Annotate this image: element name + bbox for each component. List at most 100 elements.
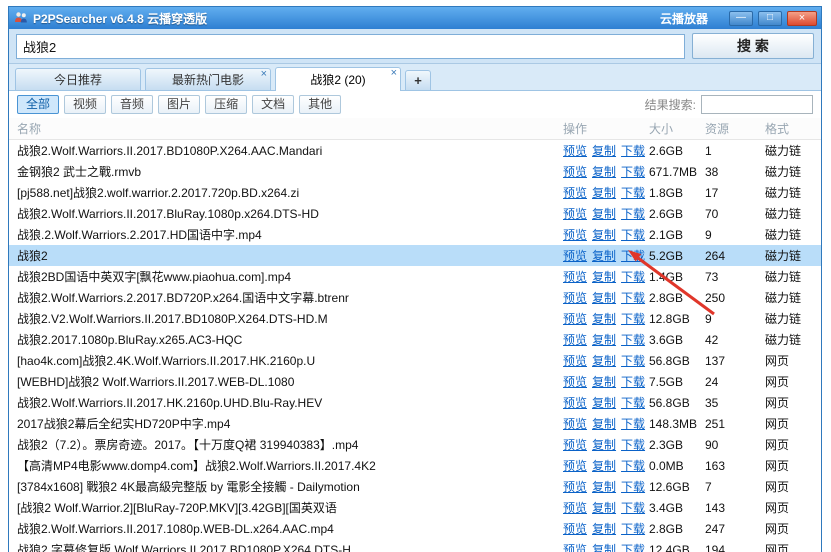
action-preview-link[interactable]: 预览	[563, 541, 587, 552]
action-preview-link[interactable]: 预览	[563, 415, 587, 432]
filter-5-button[interactable]: 压缩	[205, 95, 247, 114]
action-copy-link[interactable]: 复制	[592, 142, 616, 159]
search-button[interactable]: 搜 索	[692, 33, 814, 59]
table-row[interactable]: 金钢狼2 武士之戰.rmvb预览复制下载671.7MB38磁力链	[9, 161, 821, 182]
action-preview-link[interactable]: 预览	[563, 310, 587, 327]
action-copy-link[interactable]: 复制	[592, 331, 616, 348]
new-tab-button[interactable]: +	[405, 70, 431, 90]
action-preview-link[interactable]: 预览	[563, 184, 587, 201]
action-preview-link[interactable]: 预览	[563, 142, 587, 159]
header-seeds[interactable]: 资源	[705, 120, 765, 137]
maximize-button[interactable]: □	[758, 11, 782, 26]
table-row[interactable]: 战狼2.Wolf.Warriors.II.2017.BluRay.1080p.x…	[9, 203, 821, 224]
action-copy-link[interactable]: 复制	[592, 163, 616, 180]
action-copy-link[interactable]: 复制	[592, 310, 616, 327]
action-copy-link[interactable]: 复制	[592, 373, 616, 390]
action-preview-link[interactable]: 预览	[563, 436, 587, 453]
table-row[interactable]: 战狼2.字幕修复版.Wolf.Warriors.II.2017.BD1080P.…	[9, 539, 821, 552]
table-row[interactable]: 战狼2（7.2）。票房奇迹。2017。【十万度Q裙 319940383】.mp4…	[9, 434, 821, 455]
action-copy-link[interactable]: 复制	[592, 436, 616, 453]
action-copy-link[interactable]: 复制	[592, 205, 616, 222]
action-copy-link[interactable]: 复制	[592, 415, 616, 432]
action-download-link[interactable]: 下载	[621, 373, 645, 390]
action-copy-link[interactable]: 复制	[592, 394, 616, 411]
action-preview-link[interactable]: 预览	[563, 226, 587, 243]
table-row[interactable]: 战狼2BD国语中英双字[飘花www.piaohua.com].mp4预览复制下载…	[9, 266, 821, 287]
action-download-link[interactable]: 下载	[621, 247, 645, 264]
header-name[interactable]: 名称	[17, 120, 563, 137]
table-row[interactable]: [pj588.net]战狼2.wolf.warrior.2.2017.720p.…	[9, 182, 821, 203]
action-preview-link[interactable]: 预览	[563, 373, 587, 390]
action-copy-link[interactable]: 复制	[592, 268, 616, 285]
action-preview-link[interactable]: 预览	[563, 331, 587, 348]
action-copy-link[interactable]: 复制	[592, 352, 616, 369]
table-row[interactable]: [WEBHD]战狼2 Wolf.Warriors.II.2017.WEB-DL.…	[9, 371, 821, 392]
action-preview-link[interactable]: 预览	[563, 499, 587, 516]
header-action[interactable]: 操作	[563, 120, 649, 137]
action-copy-link[interactable]: 复制	[592, 520, 616, 537]
action-download-link[interactable]: 下载	[621, 310, 645, 327]
action-download-link[interactable]: 下载	[621, 499, 645, 516]
action-preview-link[interactable]: 预览	[563, 289, 587, 306]
action-download-link[interactable]: 下载	[621, 184, 645, 201]
search-input[interactable]	[16, 34, 685, 59]
action-download-link[interactable]: 下载	[621, 394, 645, 411]
action-download-link[interactable]: 下载	[621, 163, 645, 180]
action-copy-link[interactable]: 复制	[592, 184, 616, 201]
action-preview-link[interactable]: 预览	[563, 163, 587, 180]
table-row[interactable]: 战狼2.Wolf.Warriors.2.2017.BD720P.x264.国语中…	[9, 287, 821, 308]
action-copy-link[interactable]: 复制	[592, 289, 616, 306]
result-search-input[interactable]	[701, 95, 813, 114]
action-copy-link[interactable]: 复制	[592, 457, 616, 474]
tab-1[interactable]: 今日推荐	[15, 68, 141, 90]
filter-1-button[interactable]: 全部	[17, 95, 59, 114]
action-preview-link[interactable]: 预览	[563, 520, 587, 537]
tab-close-icon[interactable]: ×	[391, 68, 397, 79]
action-download-link[interactable]: 下载	[621, 289, 645, 306]
action-preview-link[interactable]: 预览	[563, 352, 587, 369]
table-row[interactable]: 2017战狼2幕后全纪实HD720P中字.mp4预览复制下载148.3MB251…	[9, 413, 821, 434]
filter-4-button[interactable]: 图片	[158, 95, 200, 114]
filter-7-button[interactable]: 其他	[299, 95, 341, 114]
action-copy-link[interactable]: 复制	[592, 541, 616, 552]
action-preview-link[interactable]: 预览	[563, 268, 587, 285]
action-download-link[interactable]: 下载	[621, 352, 645, 369]
table-row[interactable]: 【高清MP4电影www.domp4.com】战狼2.Wolf.Warriors.…	[9, 455, 821, 476]
filter-3-button[interactable]: 音频	[111, 95, 153, 114]
action-download-link[interactable]: 下载	[621, 436, 645, 453]
action-download-link[interactable]: 下载	[621, 478, 645, 495]
tab-2[interactable]: 最新热门电影×	[145, 68, 271, 90]
action-preview-link[interactable]: 预览	[563, 394, 587, 411]
action-copy-link[interactable]: 复制	[592, 499, 616, 516]
action-copy-link[interactable]: 复制	[592, 226, 616, 243]
tab-close-icon[interactable]: ×	[261, 69, 267, 80]
action-copy-link[interactable]: 复制	[592, 247, 616, 264]
action-download-link[interactable]: 下载	[621, 142, 645, 159]
action-download-link[interactable]: 下载	[621, 541, 645, 552]
table-row[interactable]: 战狼2.2017.1080p.BluRay.x265.AC3-HQC预览复制下载…	[9, 329, 821, 350]
table-row[interactable]: 战狼.2.Wolf.Warriors.2.2017.HD国语中字.mp4预览复制…	[9, 224, 821, 245]
action-preview-link[interactable]: 预览	[563, 205, 587, 222]
table-row[interactable]: [hao4k.com]战狼2.4K.Wolf.Warriors.II.2017.…	[9, 350, 821, 371]
header-size[interactable]: 大小	[649, 120, 705, 137]
action-preview-link[interactable]: 预览	[563, 457, 587, 474]
action-download-link[interactable]: 下载	[621, 457, 645, 474]
action-download-link[interactable]: 下载	[621, 331, 645, 348]
header-format[interactable]: 格式	[765, 120, 821, 137]
action-preview-link[interactable]: 预览	[563, 247, 587, 264]
action-download-link[interactable]: 下载	[621, 226, 645, 243]
minimize-button[interactable]: —	[729, 11, 753, 26]
action-download-link[interactable]: 下载	[621, 205, 645, 222]
table-row[interactable]: 战狼2预览复制下载5.2GB264磁力链	[9, 245, 821, 266]
filter-6-button[interactable]: 文档	[252, 95, 294, 114]
action-preview-link[interactable]: 预览	[563, 478, 587, 495]
action-download-link[interactable]: 下载	[621, 268, 645, 285]
table-row[interactable]: 战狼2.Wolf.Warriors.II.2017.BD1080P.X264.A…	[9, 140, 821, 161]
action-download-link[interactable]: 下载	[621, 520, 645, 537]
cloud-player-button[interactable]: 云播放器	[660, 10, 708, 27]
tab-3[interactable]: 战狼2 (20)×	[275, 67, 401, 91]
table-row[interactable]: [战狼2 Wolf.Warrior.2][BluRay-720P.MKV][3.…	[9, 497, 821, 518]
action-copy-link[interactable]: 复制	[592, 478, 616, 495]
table-row[interactable]: 战狼2.Wolf.Warriors.II.2017.1080p.WEB-DL.x…	[9, 518, 821, 539]
close-button[interactable]: ×	[787, 11, 817, 26]
